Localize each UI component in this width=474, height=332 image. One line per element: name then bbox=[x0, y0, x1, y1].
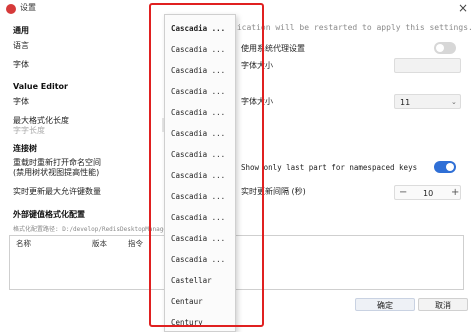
language-label: 语言 bbox=[13, 41, 29, 50]
section-value-editor: Value Editor bbox=[13, 82, 68, 91]
ve-font-label: 字体 bbox=[13, 97, 29, 106]
section-connection-tree: 连接树 bbox=[13, 144, 37, 153]
namespace-last-part-toggle[interactable] bbox=[434, 161, 456, 173]
column-header-command[interactable]: 指令 bbox=[128, 238, 143, 249]
decrement-button[interactable]: − bbox=[399, 187, 407, 198]
namespace-last-part-label: Show only last part for namespaced keys bbox=[241, 163, 418, 172]
font-length-label: 字字长度 bbox=[13, 126, 45, 135]
section-general: 通用 bbox=[13, 26, 29, 35]
ve-font-size-value: 11 bbox=[400, 98, 411, 107]
highlight-frame bbox=[149, 3, 264, 327]
realtime-interval-value: 10 bbox=[423, 189, 434, 198]
increment-button[interactable]: + bbox=[451, 187, 459, 198]
font-label: 字体 bbox=[13, 60, 29, 69]
realtime-interval-stepper[interactable]: − 10 + bbox=[394, 185, 461, 200]
column-header-version[interactable]: 版本 bbox=[92, 238, 107, 249]
cancel-button[interactable]: 取消 bbox=[418, 298, 468, 311]
restart-notice: lication will be restarted to apply this… bbox=[232, 23, 473, 32]
ok-button[interactable]: 确定 bbox=[355, 298, 415, 311]
window-title: 设置 bbox=[20, 3, 36, 12]
column-header-name[interactable]: 名称 bbox=[16, 238, 31, 249]
app-icon bbox=[6, 4, 16, 14]
close-icon[interactable]: × bbox=[458, 1, 468, 15]
reopen-namespace-sublabel: (禁用树状视图提高性能) bbox=[13, 168, 100, 177]
ve-font-size-select[interactable]: 11 ⌄ bbox=[394, 94, 461, 109]
proxy-toggle[interactable] bbox=[434, 42, 456, 54]
toggle-knob bbox=[436, 44, 444, 52]
section-external-formatters: 外部键值格式化配置 bbox=[13, 210, 85, 219]
toggle-knob bbox=[446, 163, 454, 171]
realtime-max-keys-label: 实时更新最大允许键数量 bbox=[13, 187, 101, 196]
chevron-down-icon: ⌄ bbox=[451, 98, 457, 106]
font-size-select[interactable] bbox=[394, 58, 461, 73]
